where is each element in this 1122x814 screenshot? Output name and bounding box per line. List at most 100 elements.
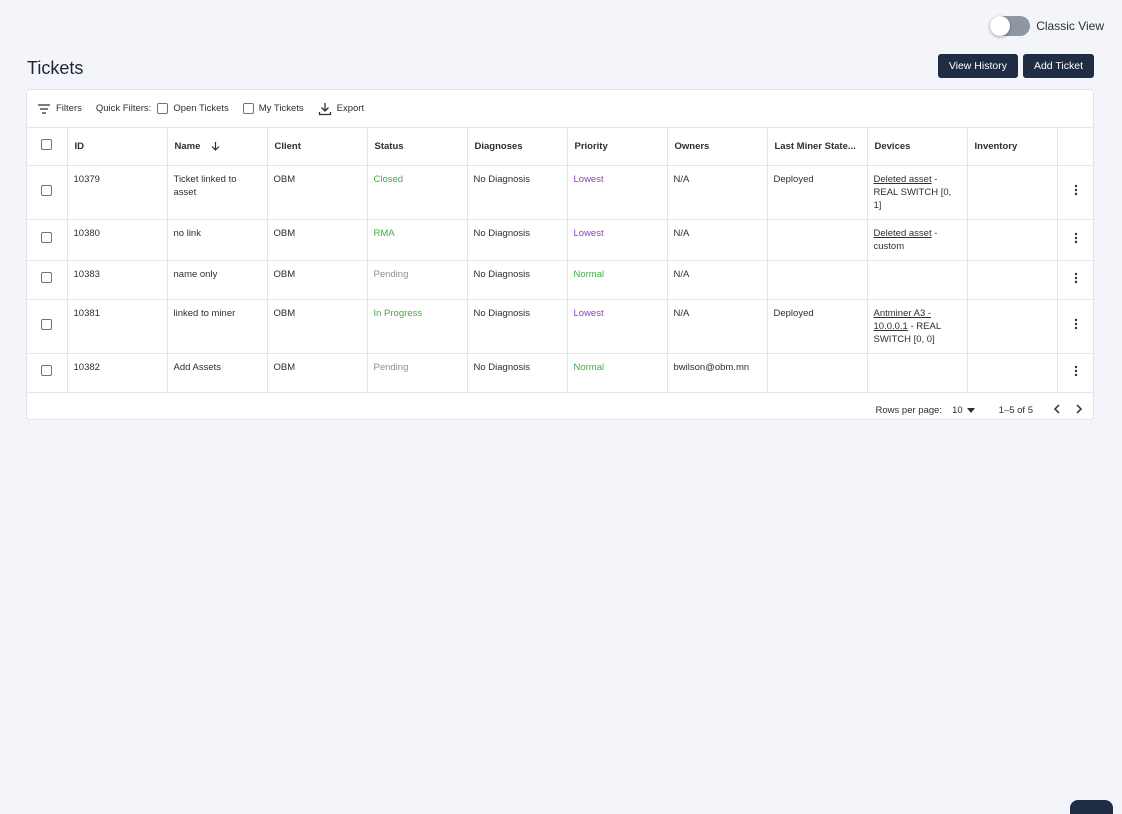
filter-icon	[37, 103, 51, 115]
row-select-cell	[27, 219, 68, 261]
add-ticket-button[interactable]: Add Ticket	[1022, 54, 1094, 78]
caret-down-icon	[966, 408, 975, 413]
page-title: Tickets	[27, 58, 84, 78]
column-header-owners[interactable]: Owners	[667, 128, 768, 166]
cell-owners: N/A	[667, 299, 768, 354]
cell-last-miner-state	[767, 260, 868, 300]
column-header-actions	[1057, 128, 1093, 166]
chevron-left-icon[interactable]	[1053, 404, 1061, 417]
cell-devices: Deleted asset - custom	[867, 219, 968, 261]
cell-devices: Deleted asset - REAL SWITCH [0, 1]	[867, 165, 968, 220]
classic-view-toggle[interactable]: Classic View	[990, 16, 1104, 36]
more-vert-icon[interactable]	[1074, 272, 1078, 288]
more-vert-icon[interactable]	[1074, 184, 1078, 200]
column-header-last-miner-state[interactable]: Last Miner State...	[767, 128, 868, 166]
export-button[interactable]: Export	[318, 102, 364, 116]
column-header-inventory[interactable]: Inventory	[967, 128, 1058, 166]
export-label: Export	[336, 103, 365, 114]
more-vert-icon[interactable]	[1074, 365, 1078, 381]
cell-priority: Normal	[567, 260, 668, 300]
cell-id: 10380	[67, 219, 168, 261]
rows-per-page-value: 10	[952, 405, 963, 416]
row-actions-cell	[1057, 165, 1093, 220]
cell-diagnoses: No Diagnosis	[467, 260, 568, 300]
row-select-cell	[27, 260, 68, 300]
rows-per-page-select[interactable]: 10	[952, 405, 975, 416]
quick-filters-label: Quick Filters:	[95, 103, 152, 114]
cell-devices	[867, 260, 968, 300]
cell-status: Pending	[367, 260, 468, 300]
cell-owners: N/A	[667, 260, 768, 300]
column-header-diagnoses[interactable]: Diagnoses	[467, 128, 568, 166]
open-tickets-checkbox[interactable]	[157, 103, 169, 114]
device-link[interactable]: Deleted asset	[874, 174, 932, 185]
column-header-name-label: Name	[174, 140, 201, 152]
filters-label: Filters	[56, 103, 82, 114]
row-checkbox[interactable]	[41, 232, 53, 243]
row-checkbox[interactable]	[41, 318, 53, 330]
cell-status: RMA	[367, 219, 468, 261]
my-tickets-label: My Tickets	[258, 103, 304, 114]
table-row[interactable]: 10379 Ticket linked to asset OBM Closed …	[27, 165, 1093, 220]
open-tickets-filter[interactable]: Open Tickets	[157, 103, 229, 114]
row-checkbox[interactable]	[41, 272, 53, 283]
help-widget-button[interactable]	[1070, 800, 1113, 814]
row-checkbox[interactable]	[41, 184, 53, 196]
row-actions-cell	[1057, 219, 1093, 261]
cell-priority: Lowest	[567, 219, 668, 261]
filters-button[interactable]: Filters	[37, 103, 82, 115]
open-tickets-label: Open Tickets	[173, 103, 229, 114]
my-tickets-filter[interactable]: My Tickets	[242, 103, 304, 114]
cell-priority: Normal	[567, 353, 668, 393]
more-vert-icon[interactable]	[1074, 318, 1078, 334]
column-header-client[interactable]: Client	[267, 128, 368, 166]
table-header-row: ID Name Client Status Diagnoses Priority…	[27, 128, 1093, 166]
row-actions-cell	[1057, 353, 1093, 393]
cell-status: In Progress	[367, 299, 468, 354]
download-icon	[318, 102, 332, 116]
toggle-thumb	[990, 16, 1011, 36]
cell-last-miner-state: Deployed	[767, 165, 868, 220]
cell-inventory	[967, 165, 1058, 220]
cell-name: no link	[167, 219, 268, 261]
cell-name: Add Assets	[167, 353, 268, 393]
cell-name: name only	[167, 260, 268, 300]
table-row[interactable]: 10383 name only OBM Pending No Diagnosis…	[27, 260, 1093, 300]
cell-id: 10379	[67, 165, 168, 220]
table-row[interactable]: 10380 no link OBM RMA No Diagnosis Lowes…	[27, 219, 1093, 261]
column-header-devices[interactable]: Devices	[867, 128, 968, 166]
row-actions-cell	[1057, 299, 1093, 354]
cell-inventory	[967, 219, 1058, 261]
cell-name: Ticket linked to asset	[167, 165, 268, 220]
column-header-name[interactable]: Name	[167, 128, 268, 166]
column-header-id[interactable]: ID	[67, 128, 168, 166]
table-row[interactable]: 10381 linked to miner OBM In Progress No…	[27, 299, 1093, 354]
row-select-cell	[27, 353, 68, 393]
cell-client: OBM	[267, 299, 368, 354]
cell-priority: Lowest	[567, 165, 668, 220]
device-link[interactable]: Deleted asset	[874, 228, 932, 239]
chevron-right-icon[interactable]	[1075, 404, 1083, 417]
more-vert-icon[interactable]	[1074, 232, 1078, 248]
cell-diagnoses: No Diagnosis	[467, 353, 568, 393]
column-header-priority[interactable]: Priority	[567, 128, 668, 166]
cell-client: OBM	[267, 165, 368, 220]
cell-owners: N/A	[667, 165, 768, 220]
toggle-switch[interactable]	[990, 16, 1031, 36]
row-checkbox[interactable]	[41, 365, 53, 376]
my-tickets-checkbox[interactable]	[242, 103, 254, 114]
cell-last-miner-state	[767, 353, 868, 393]
row-select-cell	[27, 165, 68, 220]
select-all-checkbox[interactable]	[41, 139, 53, 151]
cell-inventory	[967, 299, 1058, 354]
cell-id: 10382	[67, 353, 168, 393]
view-history-button[interactable]: View History	[937, 54, 1018, 78]
cell-status: Closed	[367, 165, 468, 220]
cell-diagnoses: No Diagnosis	[467, 165, 568, 220]
cell-client: OBM	[267, 219, 368, 261]
page-range: 1–5 of 5	[998, 405, 1033, 416]
table-row[interactable]: 10382 Add Assets OBM Pending No Diagnosi…	[27, 353, 1093, 393]
arrow-down-icon[interactable]	[211, 141, 220, 152]
column-header-status[interactable]: Status	[367, 128, 468, 166]
cell-inventory	[967, 353, 1058, 393]
